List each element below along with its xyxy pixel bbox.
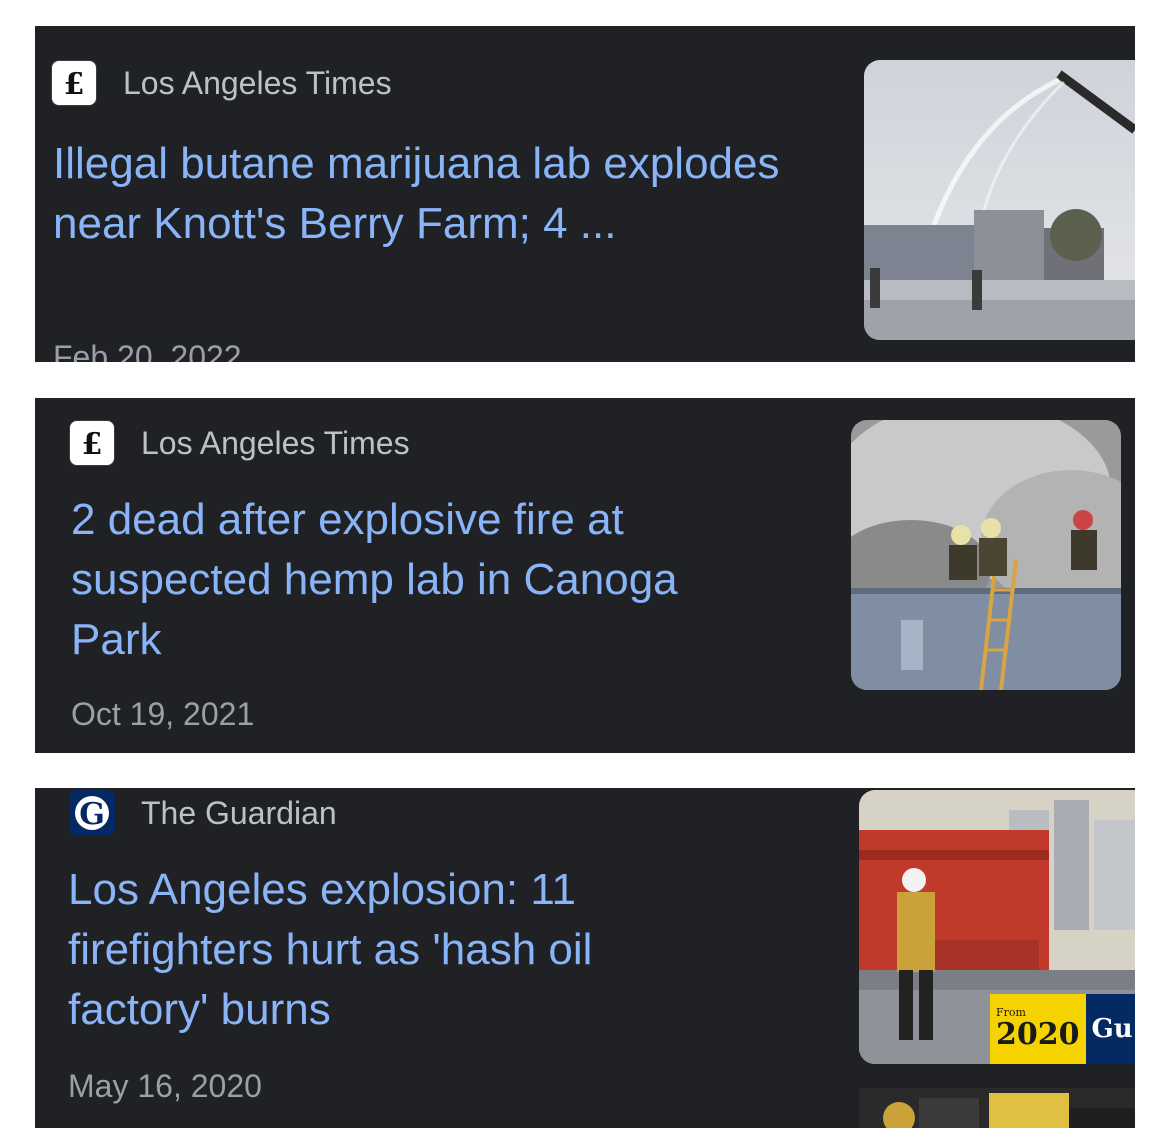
news-card[interactable]: G The Guardian Los Angeles explosion: 11… — [35, 788, 1135, 1128]
article-date: May 16, 2020 — [68, 1068, 262, 1104]
svg-text:£: £ — [64, 67, 85, 100]
article-thumbnail[interactable] — [864, 60, 1135, 340]
news-source: £ Los Angeles Times — [69, 420, 410, 466]
article-thumbnail[interactable]: From 2020 Gu — [859, 790, 1135, 1064]
article-thumbnail[interactable] — [851, 420, 1121, 690]
svg-text:G: G — [79, 797, 105, 832]
badge-brand: Gu — [1085, 994, 1135, 1064]
news-card[interactable]: £ Los Angeles Times 2 dead after explosi… — [35, 398, 1135, 753]
article-headline[interactable]: Illegal butane marijuana lab explodes ne… — [53, 134, 823, 254]
source-name: The Guardian — [141, 794, 337, 831]
la-times-logo-icon: £ — [69, 420, 115, 466]
news-source: G The Guardian — [69, 790, 337, 836]
thumbnail-badge: From 2020 Gu — [990, 994, 1135, 1064]
source-name: Los Angeles Times — [123, 64, 392, 101]
source-name: Los Angeles Times — [141, 424, 410, 461]
guardian-logo-icon: G — [69, 790, 115, 836]
news-card[interactable]: £ Los Angeles Times Illegal butane marij… — [35, 26, 1135, 362]
svg-text:£: £ — [82, 427, 103, 460]
article-date: Oct 19, 2021 — [71, 696, 255, 732]
article-headline[interactable]: 2 dead after explosive fire at suspected… — [71, 490, 771, 670]
next-article-thumbnail[interactable] — [859, 1088, 1135, 1128]
article-date: Feb 20, 2022 — [53, 339, 242, 362]
la-times-logo-icon: £ — [51, 60, 97, 106]
article-headline[interactable]: Los Angeles explosion: 11 firefighters h… — [68, 860, 708, 1040]
badge-year-label: From 2020 — [990, 994, 1086, 1064]
news-source: £ Los Angeles Times — [51, 60, 392, 106]
